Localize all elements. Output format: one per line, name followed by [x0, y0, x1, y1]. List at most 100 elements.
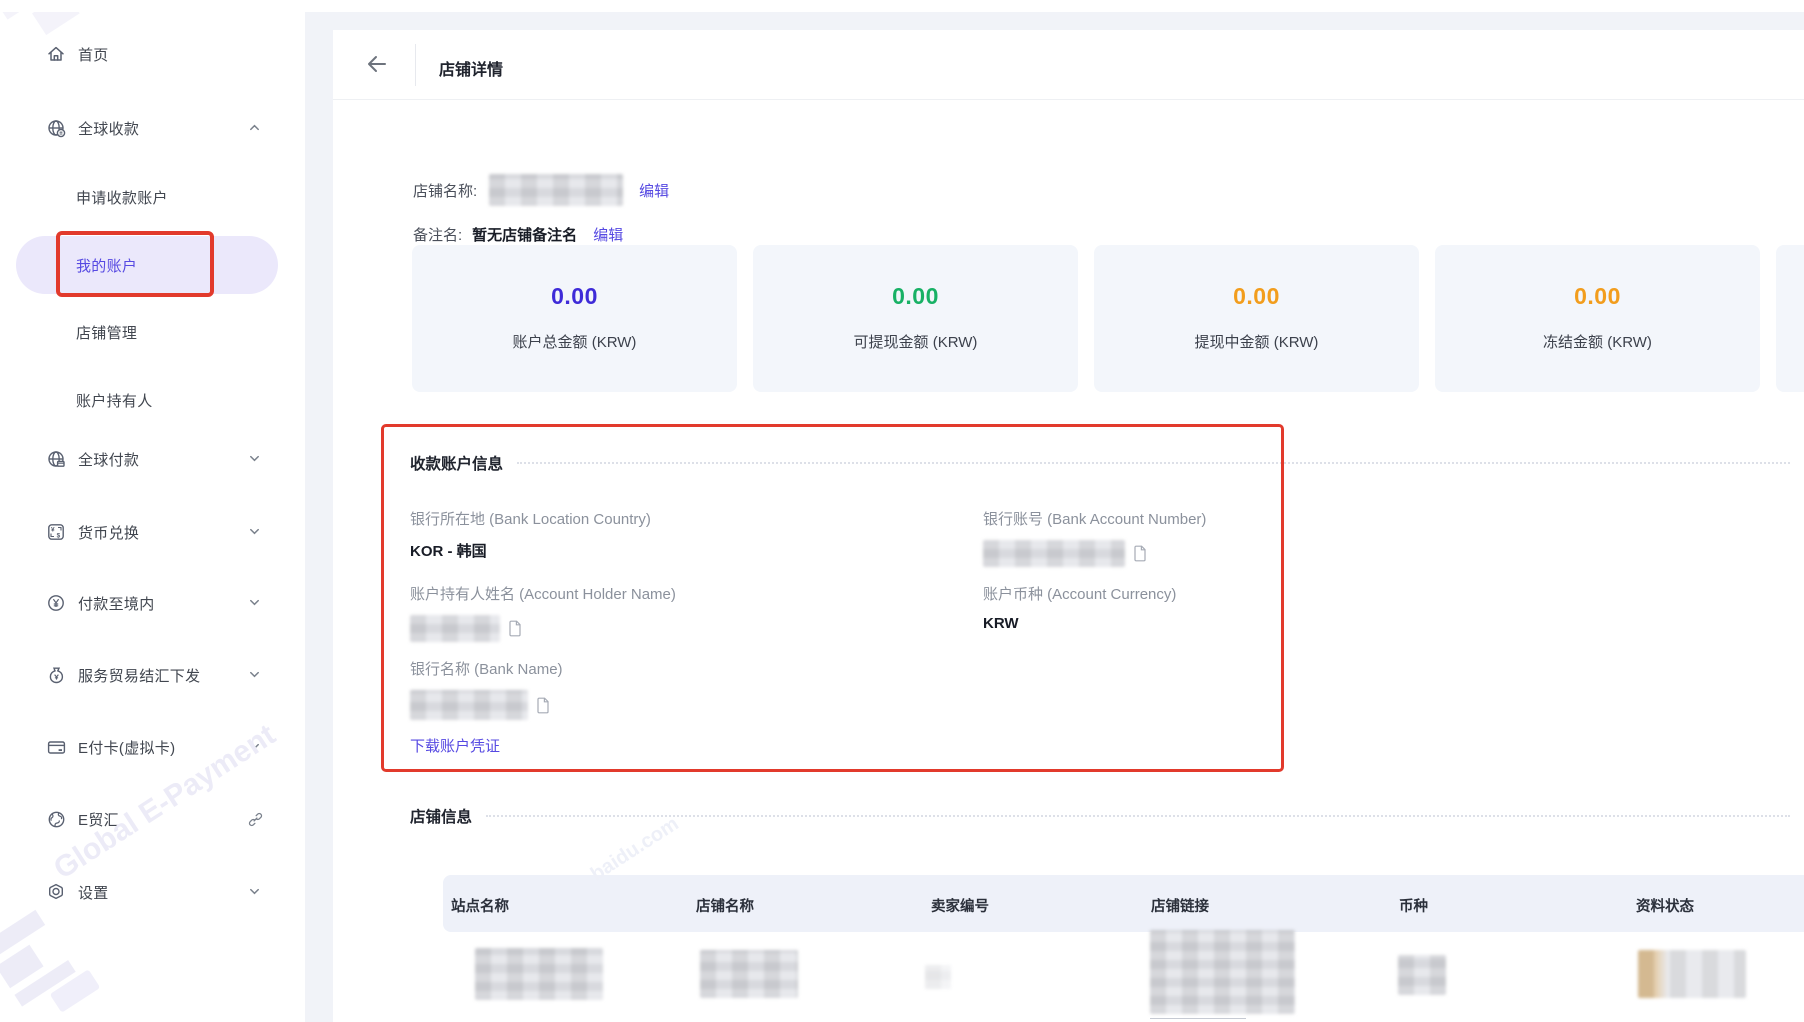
field-label: 银行名称 (Bank Name)	[410, 658, 563, 679]
sidebar-item-label: 设置	[78, 882, 109, 903]
col-data-status: 资料状态	[1636, 895, 1694, 916]
sidebar-item-etrade[interactable]: E贸汇	[0, 797, 305, 841]
stat-card-withdrawable: 0.00 可提现金额 (KRW)	[753, 245, 1078, 392]
section-title: 店铺信息	[410, 805, 472, 827]
bank-account-field: 银行账号 (Bank Account Number)	[983, 508, 1206, 567]
sidebar-item-settings[interactable]: 设置	[0, 870, 305, 914]
field-label: 账户币种 (Account Currency)	[983, 583, 1176, 604]
sidebar-item-label: 货币兑换	[78, 522, 139, 543]
svg-text:¥: ¥	[51, 527, 55, 534]
sidebar-item-store-management[interactable]: 店铺管理	[0, 310, 305, 354]
cell-status-redacted	[1638, 950, 1746, 998]
main-panel: baidu.com Glo 店铺详情 店铺名称: 编辑 备注名: 暂无店铺备注名…	[333, 30, 1804, 1022]
sidebar-item-trade-settlement[interactable]: 服务贸易结汇下发	[0, 653, 305, 697]
copy-icon[interactable]	[508, 620, 522, 637]
col-currency: 币种	[1399, 895, 1428, 916]
field-label: 账户持有人姓名 (Account Holder Name)	[410, 583, 676, 604]
currency-exchange-icon: ¥$	[45, 521, 67, 543]
page-background-band	[305, 12, 1804, 30]
account-holder-field: 账户持有人姓名 (Account Holder Name)	[410, 583, 676, 642]
sidebar-item-label: 首页	[78, 44, 109, 65]
edit-store-name-link[interactable]: 编辑	[639, 180, 669, 201]
col-site-name: 站点名称	[451, 895, 509, 916]
header-divider	[415, 44, 416, 86]
globe-collect-icon	[45, 117, 67, 139]
copy-icon[interactable]	[1133, 545, 1147, 562]
sidebar-item-home[interactable]: 首页	[0, 32, 305, 76]
stat-label: 提现中金额 (KRW)	[1094, 331, 1419, 352]
section-rule	[517, 462, 1790, 464]
sidebar-item-label: 全球收款	[78, 118, 139, 139]
globe-pay-icon	[45, 448, 67, 470]
external-link-icon	[248, 812, 262, 826]
sidebar-item-label: 全球付款	[78, 449, 139, 470]
sidebar-item-label: 账户持有人	[76, 390, 153, 411]
sidebar-item-label: E贸汇	[78, 809, 119, 830]
stat-card-partial	[1776, 245, 1804, 392]
chevron-down-icon	[248, 885, 262, 899]
chevron-up-icon	[248, 121, 262, 135]
chevron-down-icon	[248, 668, 262, 682]
sidebar-item-epay-card[interactable]: E付卡(虚拟卡)	[0, 725, 305, 769]
account-holder-redacted	[410, 615, 500, 642]
stat-value: 0.00	[412, 283, 737, 310]
sidebar-item-label: 我的账户	[76, 255, 137, 276]
account-info-section-header: 收款账户信息	[410, 452, 1790, 474]
money-bag-icon	[45, 664, 67, 686]
field-label: 银行账号 (Bank Account Number)	[983, 508, 1206, 529]
cell-seller-id-redacted	[925, 965, 951, 989]
brand-watermark-text: Global E-Payment	[48, 695, 318, 887]
chevron-down-icon	[248, 596, 262, 610]
stat-label: 可提现金额 (KRW)	[753, 331, 1078, 352]
edit-store-note-link[interactable]: 编辑	[593, 224, 623, 245]
section-rule	[486, 815, 1790, 817]
chevron-down-icon	[248, 740, 262, 754]
shop-info-section-header: 店铺信息	[410, 805, 1790, 827]
sidebar-item-apply-account[interactable]: 申请收款账户	[0, 175, 305, 219]
cell-currency-redacted	[1398, 955, 1446, 995]
page-header: 店铺详情	[333, 30, 1804, 100]
cell-site-name-redacted	[475, 948, 603, 1000]
svg-text:$: $	[57, 532, 61, 539]
field-value: KOR - 韩国	[410, 540, 651, 561]
section-title: 收款账户信息	[410, 452, 503, 474]
stat-value: 0.00	[1094, 283, 1419, 310]
copy-icon[interactable]	[536, 697, 550, 714]
yen-circle-icon	[45, 592, 67, 614]
sidebar-item-currency-exchange[interactable]: ¥$ 货币兑换	[0, 510, 305, 554]
sidebar-item-domestic-payment[interactable]: 付款至境内	[0, 581, 305, 625]
home-icon	[45, 43, 67, 65]
bank-name-field: 银行名称 (Bank Name)	[410, 658, 563, 720]
stat-card-total: 0.00 账户总金额 (KRW)	[412, 245, 737, 392]
store-name-redacted	[489, 174, 623, 206]
col-seller-id: 卖家编号	[931, 895, 989, 916]
stat-value: 0.00	[753, 283, 1078, 310]
store-name-row: 店铺名称: 编辑	[413, 173, 669, 207]
sidebar-item-my-account[interactable]: 我的账户	[0, 243, 305, 287]
stat-card-frozen: 0.00 冻结金额 (KRW)	[1435, 245, 1760, 392]
chevron-down-icon	[248, 452, 262, 466]
sidebar-item-global-collection[interactable]: 全球收款	[0, 106, 305, 150]
cell-store-name-redacted	[700, 950, 798, 998]
gear-icon	[45, 881, 67, 903]
cell-store-link-redacted	[1150, 930, 1295, 1014]
store-note-row: 备注名: 暂无店铺备注名 编辑	[413, 220, 623, 248]
sidebar-item-label: 申请收款账户	[76, 187, 168, 208]
sidebar-item-account-holder[interactable]: 账户持有人	[0, 378, 305, 422]
page-title: 店铺详情	[439, 56, 503, 80]
sidebar-item-label: E付卡(虚拟卡)	[78, 737, 175, 758]
stat-label: 账户总金额 (KRW)	[412, 331, 737, 352]
store-name-label: 店铺名称:	[413, 180, 477, 201]
chevron-down-icon	[248, 525, 262, 539]
back-button[interactable]	[365, 52, 391, 78]
sidebar-item-global-payment[interactable]: 全球付款	[0, 437, 305, 481]
brand-watermark-logo	[0, 910, 70, 999]
sidebar-item-label: 服务贸易结汇下发	[78, 665, 200, 686]
stat-value: 0.00	[1435, 283, 1760, 310]
store-link-underline	[1150, 1018, 1246, 1019]
world-icon	[45, 808, 67, 830]
col-store-name: 店铺名称	[696, 895, 754, 916]
download-voucher-link[interactable]: 下载账户凭证	[410, 735, 500, 756]
topbar-edge	[0, 0, 1804, 12]
credit-card-icon	[45, 736, 67, 758]
